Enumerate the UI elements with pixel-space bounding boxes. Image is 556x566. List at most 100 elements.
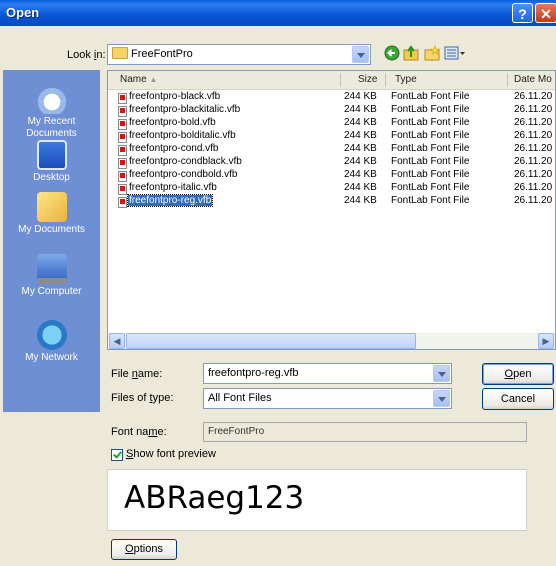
scroll-right-icon[interactable]: ▶ bbox=[538, 333, 554, 349]
close-button[interactable]: ✕ bbox=[535, 3, 556, 23]
files-of-type-dropdown[interactable]: All Font Files bbox=[203, 388, 452, 409]
file-type: FontLab Font File bbox=[391, 130, 470, 141]
views-menu-icon[interactable] bbox=[444, 45, 466, 61]
file-date: 26.11.20 bbox=[514, 104, 553, 115]
look-in-dropdown[interactable]: FreeFontPro bbox=[107, 44, 371, 65]
file-size: 244 KB bbox=[344, 195, 377, 206]
title-bar[interactable]: Open ? ✕ bbox=[0, 0, 556, 26]
show-preview-checkbox[interactable] bbox=[111, 449, 123, 461]
file-size: 244 KB bbox=[344, 156, 377, 167]
file-date: 26.11.20 bbox=[514, 130, 553, 141]
recent-documents-icon bbox=[36, 84, 67, 114]
show-preview-label[interactable]: Show font preview bbox=[126, 448, 216, 460]
place-my-recent-documents[interactable]: My Recent Documents bbox=[3, 84, 100, 140]
column-type[interactable]: Type bbox=[395, 74, 417, 85]
file-date: 26.11.20 bbox=[514, 195, 553, 206]
font-file-icon bbox=[118, 119, 127, 130]
look-in-value: FreeFontPro bbox=[131, 48, 193, 60]
column-divider[interactable] bbox=[385, 73, 386, 87]
font-name-label: Font name: bbox=[111, 426, 167, 438]
font-file-icon bbox=[118, 93, 127, 104]
file-row[interactable]: freefontpro-italic.vfb 244 KB FontLab Fo… bbox=[108, 182, 555, 195]
font-file-icon bbox=[118, 145, 127, 156]
list-header: Name ▲ Size Type Date Mo bbox=[108, 71, 555, 90]
font-file-icon bbox=[118, 184, 127, 195]
column-name[interactable]: Name ▲ bbox=[120, 74, 157, 85]
cancel-button[interactable]: Cancel bbox=[482, 388, 554, 410]
file-row[interactable]: freefontpro-cond.vfb 244 KB FontLab Font… bbox=[108, 143, 555, 156]
file-row[interactable]: freefontpro-black.vfb 244 KB FontLab Fon… bbox=[108, 91, 555, 104]
place-label: Documents bbox=[26, 128, 77, 139]
file-list[interactable]: Name ▲ Size Type Date Mo freefontpro-bla… bbox=[107, 70, 556, 350]
place-my-network[interactable]: My Network bbox=[3, 320, 100, 364]
font-name-field: FreeFontPro bbox=[203, 422, 527, 442]
file-name-input[interactable]: freefontpro-reg.vfb bbox=[203, 363, 452, 384]
file-date: 26.11.20 bbox=[514, 143, 553, 154]
place-desktop[interactable]: Desktop bbox=[3, 140, 100, 184]
font-file-icon bbox=[118, 132, 127, 143]
file-row[interactable]: freefontpro-blackitalic.vfb 244 KB FontL… bbox=[108, 104, 555, 117]
sort-asc-icon: ▲ bbox=[149, 75, 158, 84]
folder-icon bbox=[112, 47, 128, 60]
look-in-label: Look in: bbox=[67, 49, 106, 61]
file-row[interactable]: freefontpro-bolditalic.vfb 244 KB FontLa… bbox=[108, 130, 555, 143]
font-preview-box: ABRaeg123 bbox=[107, 469, 527, 531]
file-type: FontLab Font File bbox=[391, 143, 470, 154]
file-size: 244 KB bbox=[344, 169, 377, 180]
back-icon[interactable] bbox=[384, 45, 400, 61]
files-of-type-value: All Font Files bbox=[208, 392, 272, 404]
file-name: freefontpro-bold.vfb bbox=[129, 117, 216, 128]
column-date-modified[interactable]: Date Mo bbox=[514, 74, 552, 85]
my-network-icon bbox=[36, 320, 67, 350]
help-button[interactable]: ? bbox=[512, 3, 533, 23]
my-documents-icon bbox=[36, 192, 67, 222]
file-type: FontLab Font File bbox=[391, 195, 470, 206]
new-folder-icon[interactable] bbox=[424, 45, 440, 61]
place-label: My Documents bbox=[18, 224, 85, 235]
file-name: freefontpro-blackitalic.vfb bbox=[129, 104, 241, 115]
scroll-left-icon[interactable]: ◀ bbox=[109, 333, 125, 349]
chevron-down-icon[interactable] bbox=[433, 390, 450, 407]
file-name-value: freefontpro-reg.vfb bbox=[208, 367, 299, 379]
horizontal-scrollbar[interactable]: ◀ ▶ bbox=[108, 333, 555, 349]
file-size: 244 KB bbox=[344, 117, 377, 128]
file-row-selected[interactable]: freefontpro-reg.vfb 244 KB FontLab Font … bbox=[108, 194, 555, 208]
file-name: freefontpro-cond.vfb bbox=[129, 143, 219, 154]
files-of-type-label: Files of type: bbox=[111, 392, 174, 404]
chevron-down-icon[interactable] bbox=[433, 365, 450, 382]
file-type: FontLab Font File bbox=[391, 104, 470, 115]
file-size: 244 KB bbox=[344, 91, 377, 102]
file-size: 244 KB bbox=[344, 182, 377, 193]
font-file-icon bbox=[118, 197, 127, 208]
file-type: FontLab Font File bbox=[391, 117, 470, 128]
file-type: FontLab Font File bbox=[391, 156, 470, 167]
file-name: freefontpro-bolditalic.vfb bbox=[129, 130, 236, 141]
column-size[interactable]: Size bbox=[358, 74, 377, 85]
file-name: freefontpro-italic.vfb bbox=[129, 182, 217, 193]
file-row[interactable]: freefontpro-condblack.vfb 244 KB FontLab… bbox=[108, 156, 555, 169]
my-computer-icon bbox=[36, 254, 67, 284]
column-divider[interactable] bbox=[340, 73, 341, 87]
place-my-computer[interactable]: My Computer bbox=[3, 254, 100, 298]
file-date: 26.11.20 bbox=[514, 91, 553, 102]
font-file-icon bbox=[118, 171, 127, 182]
file-date: 26.11.20 bbox=[514, 156, 553, 167]
file-name: freefontpro-condbold.vfb bbox=[129, 169, 238, 180]
column-divider[interactable] bbox=[507, 73, 508, 87]
font-file-icon bbox=[118, 106, 127, 117]
file-row[interactable]: freefontpro-bold.vfb 244 KB FontLab Font… bbox=[108, 117, 555, 130]
file-name-label: File name: bbox=[111, 368, 163, 380]
scroll-thumb[interactable] bbox=[126, 333, 416, 349]
font-name-value: FreeFontPro bbox=[208, 426, 265, 437]
file-row[interactable]: freefontpro-condbold.vfb 244 KB FontLab … bbox=[108, 169, 555, 182]
open-dialog: Open ? ✕ Look in: FreeFontPro My Recent … bbox=[0, 0, 556, 566]
file-size: 244 KB bbox=[344, 130, 377, 141]
preview-text: ABRaeg123 bbox=[124, 480, 305, 516]
file-name: freefontpro-condblack.vfb bbox=[129, 156, 242, 167]
place-label: My Computer bbox=[21, 286, 82, 297]
open-button[interactable]: Open bbox=[482, 363, 554, 385]
place-my-documents[interactable]: My Documents bbox=[3, 192, 100, 236]
up-folder-icon[interactable] bbox=[403, 45, 419, 61]
options-button[interactable]: Options bbox=[111, 539, 177, 560]
desktop-icon bbox=[36, 140, 67, 170]
